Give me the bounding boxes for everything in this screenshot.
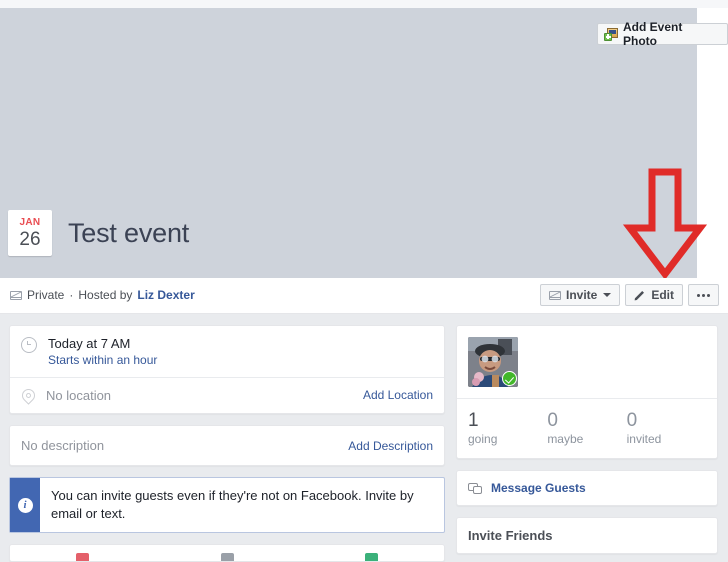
- event-left-column: Today at 7 AM Starts within an hour No l…: [9, 325, 445, 562]
- invite-friends-heading: Invite Friends: [468, 528, 553, 543]
- chevron-down-icon: [603, 293, 612, 297]
- edit-button[interactable]: Edit: [625, 284, 683, 306]
- pencil-icon: [634, 291, 645, 301]
- meta-separator: ·: [69, 288, 74, 302]
- event-title-row: JAN 26 Test event: [0, 210, 189, 256]
- count-invited[interactable]: 0 invited: [627, 409, 706, 447]
- invite-info-banner: i You can invite guests even if they're …: [9, 477, 445, 533]
- count-going-number: 1: [468, 410, 479, 431]
- composer-card-partial[interactable]: [9, 544, 445, 562]
- event-meta-line: Private · Hosted by Liz Dexter: [10, 288, 195, 302]
- count-maybe-number: 0: [547, 410, 558, 431]
- clock-icon: [21, 337, 37, 353]
- hosted-by-label: Hosted by: [78, 288, 133, 302]
- page-title: Test event: [68, 217, 190, 248]
- event-description-card: No description Add Description: [9, 425, 445, 466]
- count-going[interactable]: 1 going: [468, 409, 547, 447]
- message-guests-button[interactable]: Message Guests: [456, 470, 718, 506]
- host-name-link[interactable]: Liz Dexter: [137, 288, 194, 302]
- add-location-link[interactable]: Add Location: [363, 387, 433, 402]
- going-check-icon: [502, 371, 517, 386]
- event-action-bar: Private · Hosted by Liz Dexter Invite Ed…: [0, 278, 728, 314]
- info-icon: i: [17, 497, 33, 513]
- invite-button[interactable]: Invite: [539, 284, 621, 306]
- count-going-label: going: [468, 432, 498, 446]
- count-invited-number: 0: [626, 410, 638, 431]
- invite-button-label: Invite: [565, 288, 598, 302]
- guest-summary-card: 1 going 0 maybe 0 invited: [456, 325, 718, 459]
- envelope-icon: [548, 290, 561, 300]
- message-guests-label: Message Guests: [491, 481, 586, 495]
- count-invited-label: invited: [626, 432, 662, 446]
- composer-photo-icon[interactable]: [10, 553, 155, 561]
- privacy-label: Private: [27, 288, 65, 302]
- event-time-title: Today at 7 AM: [48, 336, 131, 351]
- event-button-group: Invite Edit: [539, 284, 719, 306]
- date-month: JAN: [19, 216, 41, 228]
- composer-tag-icon[interactable]: [155, 553, 300, 561]
- event-time-subtitle[interactable]: Starts within an hour: [48, 352, 433, 368]
- banner-text: You can invite guests even if they're no…: [51, 488, 414, 521]
- add-event-photo-label: Add Event Photo: [623, 20, 683, 48]
- event-right-column: 1 going 0 maybe 0 invited Message Guests: [456, 325, 718, 562]
- ellipsis-icon: [697, 293, 710, 297]
- event-time-row: Today at 7 AM Starts within an hour: [10, 326, 444, 377]
- guest-avatar-box: [457, 326, 717, 398]
- add-photo-icon: [604, 27, 618, 41]
- event-date-badge: JAN 26: [8, 210, 52, 256]
- add-description-link[interactable]: Add Description: [348, 438, 433, 453]
- event-content: Today at 7 AM Starts within an hour No l…: [0, 325, 728, 562]
- event-description-text: No description: [21, 438, 105, 453]
- event-location-row: No location Add Location: [10, 377, 444, 413]
- banner-accent-bar: i: [10, 478, 40, 532]
- composer-icon-row: [10, 553, 444, 561]
- location-pin-icon: [19, 386, 38, 405]
- count-maybe[interactable]: 0 maybe: [547, 409, 626, 447]
- add-event-photo-button[interactable]: Add Event Photo: [597, 20, 728, 48]
- more-options-button[interactable]: [688, 284, 719, 306]
- guest-counts-row: 1 going 0 maybe 0 invited: [457, 398, 717, 458]
- privacy-icon: [10, 290, 22, 300]
- date-day: 26: [19, 228, 41, 250]
- count-maybe-label: maybe: [547, 432, 584, 446]
- event-details-card: Today at 7 AM Starts within an hour No l…: [9, 325, 445, 414]
- page-top-strip: [0, 0, 728, 8]
- event-location-text: No location: [46, 388, 112, 403]
- invite-friends-card: Invite Friends: [456, 517, 718, 554]
- chat-bubbles-icon: [468, 482, 482, 494]
- edit-button-label: Edit: [651, 288, 674, 302]
- composer-feeling-icon[interactable]: [299, 553, 444, 561]
- cover-right-margin: [697, 8, 728, 278]
- avatar[interactable]: [468, 337, 518, 387]
